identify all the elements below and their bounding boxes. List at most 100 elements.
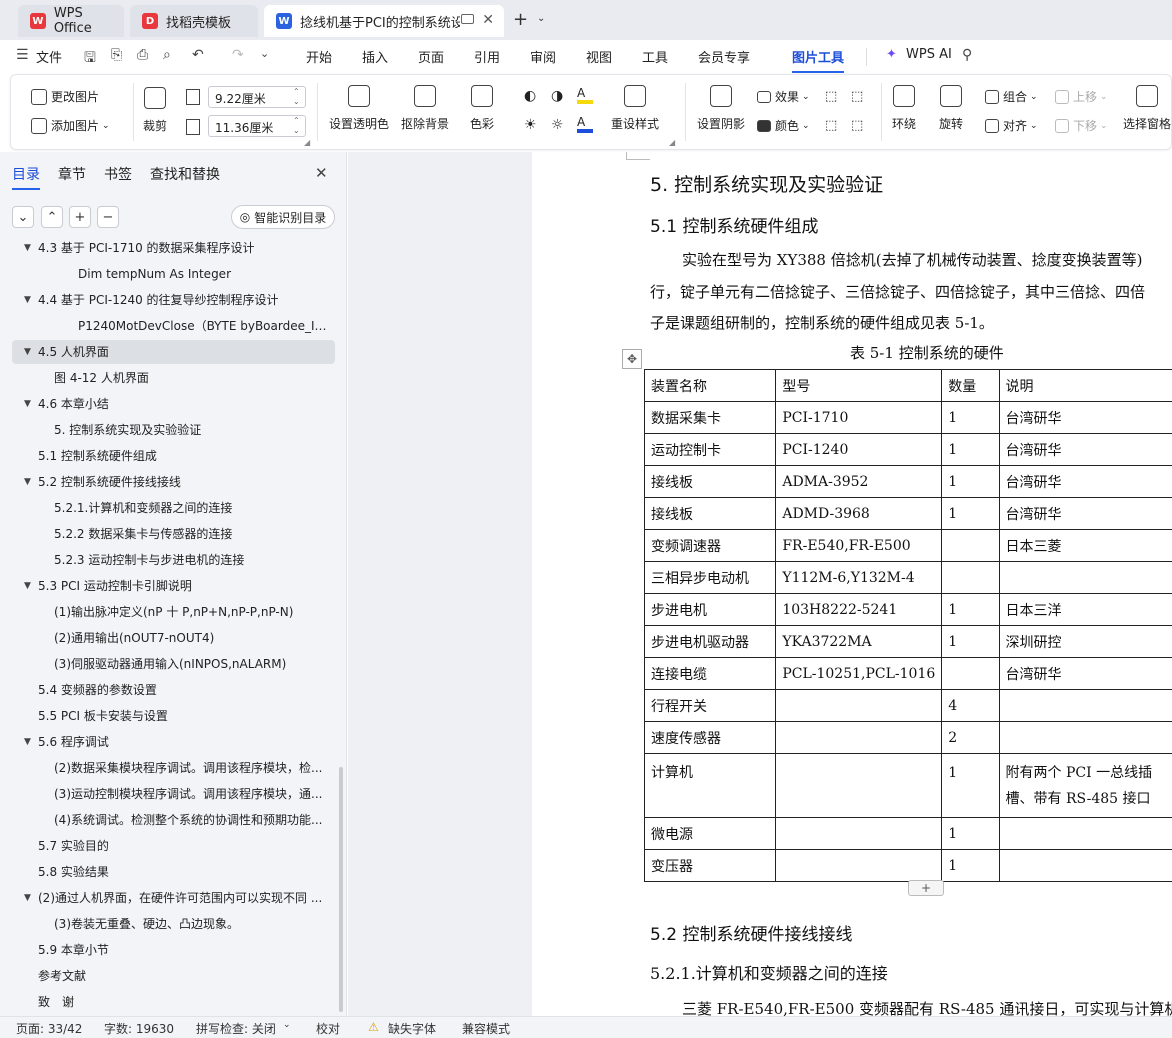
color-mode-button[interactable]: 色彩 bbox=[470, 85, 494, 132]
table-cell[interactable]: 103H8222-5241 bbox=[775, 593, 943, 626]
tab-bookmarks[interactable]: 书签 bbox=[104, 164, 132, 184]
toc-item[interactable]: 5.4 变频器的参数设置 bbox=[38, 678, 335, 702]
toc-item[interactable]: 5.6 程序调试 bbox=[38, 730, 335, 754]
toc-item[interactable]: 致 谢 bbox=[38, 990, 335, 1014]
add-heading-button[interactable]: + bbox=[69, 206, 91, 228]
toc-item[interactable]: 4.5 人机界面 bbox=[38, 340, 335, 364]
toc-item[interactable]: 4.3 基于 PCI-1710 的数据采集程序设计 bbox=[38, 240, 335, 260]
table-cell[interactable] bbox=[998, 561, 1172, 594]
align-button[interactable]: 对齐 ⌄ bbox=[985, 117, 1038, 134]
tab-docer[interactable]: D 找稻壳模板 bbox=[130, 5, 258, 37]
table-cell[interactable]: 1 bbox=[941, 849, 1000, 882]
toc-collapse-caret-icon[interactable]: ▼ bbox=[24, 730, 31, 754]
menu-wps-ai[interactable]: WPS AI bbox=[906, 47, 952, 62]
table-cell[interactable] bbox=[998, 689, 1172, 722]
toc-item[interactable]: 5.2.2 数据采集卡与传感器的连接 bbox=[54, 522, 335, 546]
contrast-up-icon[interactable]: ◐ bbox=[524, 88, 536, 104]
wrap-button[interactable]: 环绕 bbox=[892, 85, 916, 132]
table-cell[interactable]: 日本三菱 bbox=[998, 529, 1172, 562]
table-cell[interactable]: 运动控制卡 bbox=[643, 433, 777, 466]
table-header-cell[interactable]: 型号 bbox=[775, 369, 943, 402]
table-cell[interactable]: 三相异步电动机 bbox=[643, 561, 777, 594]
fill-color-icon[interactable]: A bbox=[577, 86, 593, 104]
toc-item[interactable]: 参考文献 bbox=[38, 964, 335, 988]
shadow-right-icon[interactable]: ⬚ bbox=[851, 118, 863, 133]
table-cell[interactable]: 速度传感器 bbox=[643, 721, 777, 754]
toc-item[interactable]: 5.2.3 运动控制卡与步进电机的连接 bbox=[54, 548, 335, 572]
toc-collapse-caret-icon[interactable]: ▼ bbox=[24, 574, 31, 598]
brightness-down-icon[interactable]: ☼ bbox=[551, 117, 564, 133]
table-cell[interactable]: PCL-10251,PCL-1016 bbox=[775, 657, 943, 690]
collapse-all-button[interactable]: ⌄ bbox=[12, 206, 34, 228]
set-transparent-button[interactable]: 设置透明色 bbox=[329, 85, 389, 132]
menu-view[interactable]: 视图 bbox=[586, 47, 612, 66]
toc-item[interactable]: Dim tempNum As Integer bbox=[78, 262, 335, 286]
tab-sections[interactable]: 章节 bbox=[58, 164, 86, 184]
tab-find-replace[interactable]: 查找和替换 bbox=[150, 164, 220, 184]
line-color-icon[interactable]: A bbox=[577, 115, 593, 133]
chevron-down-icon[interactable]: ⌄ bbox=[283, 1020, 291, 1030]
menu-page[interactable]: 页面 bbox=[418, 47, 444, 66]
selection-pane-button[interactable]: 选择窗格 bbox=[1123, 85, 1171, 132]
table-cell[interactable] bbox=[998, 817, 1172, 850]
table-cell[interactable]: Y112M-6,Y132M-4 bbox=[775, 561, 943, 594]
table-cell[interactable] bbox=[941, 657, 1000, 690]
new-tab-icon[interactable]: + bbox=[513, 9, 528, 30]
missing-font[interactable]: 缺失字体 bbox=[388, 1020, 436, 1037]
print-icon[interactable]: ⎙ bbox=[137, 47, 148, 63]
table-cell[interactable]: 变压器 bbox=[643, 849, 777, 882]
toc-item[interactable]: (4)系统调试。检测整个系统的协调性和预期功能... bbox=[54, 808, 335, 832]
table-cell[interactable]: ADMA-3952 bbox=[775, 465, 943, 498]
table-cell[interactable]: 台湾研华 bbox=[998, 433, 1172, 466]
toc-collapse-caret-icon[interactable]: ▼ bbox=[24, 470, 31, 494]
table-header-cell[interactable]: 说明 bbox=[998, 369, 1172, 402]
contrast-down-icon[interactable]: ◑ bbox=[551, 88, 563, 104]
toc-item[interactable]: (3)伺服驱动器通用输入(nINPOS,nALARM) bbox=[54, 652, 335, 676]
table-cell[interactable]: 步进电机 bbox=[643, 593, 777, 626]
brightness-up-icon[interactable]: ☀ bbox=[524, 117, 537, 133]
move-up-button[interactable]: 上移 ⌄ bbox=[1055, 88, 1108, 105]
toc-item[interactable]: (2)数据采集模块程序调试。调用该程序模块，检... bbox=[54, 756, 335, 780]
table-cell[interactable]: 数据采集卡 bbox=[643, 401, 777, 434]
toc-item[interactable]: 5.3 PCI 运动控制卡引脚说明 bbox=[38, 574, 335, 598]
redo-icon[interactable]: ↷ bbox=[232, 47, 244, 63]
size-dialog-launcher-icon[interactable]: ◢ bbox=[304, 138, 310, 147]
color-button[interactable]: 颜色 ⌄ bbox=[757, 117, 810, 134]
toc-collapse-caret-icon[interactable]: ▼ bbox=[24, 886, 31, 910]
toc-item[interactable]: 5.7 实验目的 bbox=[38, 834, 335, 858]
menu-insert[interactable]: 插入 bbox=[362, 47, 388, 66]
toc-item[interactable]: 4.4 基于 PCI-1240 的往复导纱控制程序设计 bbox=[38, 288, 335, 312]
menu-tools[interactable]: 工具 bbox=[642, 47, 668, 66]
toc-item[interactable]: (3)卷装无重叠、硬边、凸边现象。 bbox=[54, 912, 335, 936]
toc-item[interactable]: 4.6 本章小结 bbox=[38, 392, 335, 416]
table-cell[interactable] bbox=[775, 753, 943, 818]
page-count[interactable]: 页面: 33/42 bbox=[16, 1020, 82, 1037]
toc-item[interactable]: 图 4-12 人机界面 bbox=[54, 366, 335, 390]
toc-item[interactable]: (1)输出脉冲定义(nP 十 P,nP+N,nP-P,nP-N) bbox=[54, 600, 335, 624]
table-cell[interactable]: 步进电机驱动器 bbox=[643, 625, 777, 658]
toc-item[interactable]: (3)运动控制模块程序调试。调用该程序模块，通... bbox=[54, 782, 335, 806]
table-header-cell[interactable]: 数量 bbox=[941, 369, 1000, 402]
remove-heading-button[interactable]: − bbox=[97, 206, 119, 228]
menu-home[interactable]: 开始 bbox=[306, 47, 332, 66]
toc-item[interactable]: (2)通用输出(nOUT7-nOUT4) bbox=[54, 626, 335, 650]
reset-style-button[interactable]: 重设样式 bbox=[611, 85, 659, 132]
search-icon[interactable]: ⚲ bbox=[962, 47, 972, 63]
table-cell[interactable]: FR-E540,FR-E500 bbox=[775, 529, 943, 562]
move-down-button[interactable]: 下移 ⌄ bbox=[1055, 117, 1108, 134]
close-pane-icon[interactable]: ✕ bbox=[315, 164, 328, 182]
table-cell[interactable]: 台湾研华 bbox=[998, 465, 1172, 498]
table-cell[interactable]: 行程开关 bbox=[643, 689, 777, 722]
table-cell[interactable]: 接线板 bbox=[643, 497, 777, 530]
table-cell[interactable] bbox=[998, 849, 1172, 882]
table-cell[interactable]: 1 bbox=[941, 465, 1000, 498]
table-cell[interactable]: 深圳研控 bbox=[998, 625, 1172, 658]
toc-item[interactable]: 5.2.1.计算机和变频器之间的连接 bbox=[54, 496, 335, 520]
table-cell[interactable] bbox=[775, 817, 943, 850]
toc-item[interactable]: 5.9 本章小节 bbox=[38, 938, 335, 962]
export-icon[interactable]: ⎘ bbox=[111, 47, 122, 63]
table-cell[interactable] bbox=[998, 721, 1172, 754]
menu-reference[interactable]: 引用 bbox=[474, 47, 500, 66]
close-tab-icon[interactable]: ✕ bbox=[482, 12, 494, 28]
menu-file[interactable]: 文件 bbox=[36, 47, 62, 66]
